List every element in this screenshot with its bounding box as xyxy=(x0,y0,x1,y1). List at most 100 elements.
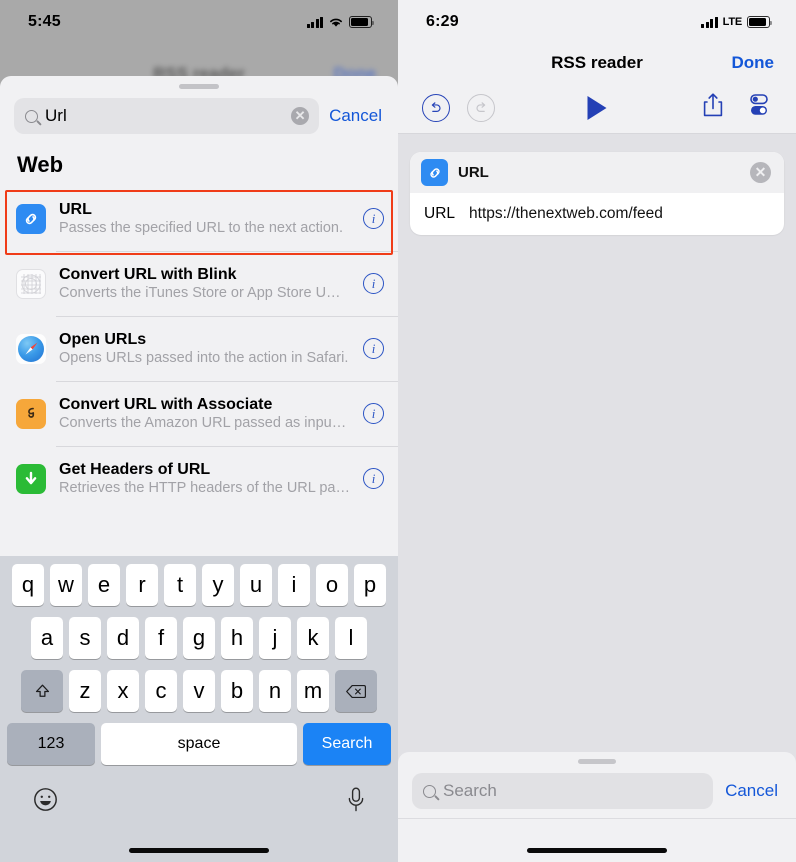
result-title: Open URLs xyxy=(59,330,147,348)
result-subtitle: Converts the iTunes Store or App Store U… xyxy=(59,284,350,301)
result-subtitle: Retrieves the HTTP headers of the URL pa… xyxy=(59,479,350,496)
key-m[interactable]: m xyxy=(297,670,329,712)
amazon-icon xyxy=(16,398,46,429)
microphone-icon[interactable] xyxy=(346,787,366,818)
keyboard-row-1: q w e r t y u i o p xyxy=(0,564,398,606)
blink-grid-icon xyxy=(16,268,46,299)
search-key[interactable]: Search xyxy=(303,723,391,765)
redo-icon xyxy=(467,93,495,122)
right-phone-screen: 6:29 LTE RSS reader Done URL ✕ URL https… xyxy=(398,0,796,862)
key-q[interactable]: q xyxy=(12,564,44,606)
result-text: URL Passes the specified URL to the next… xyxy=(59,200,350,238)
share-icon[interactable] xyxy=(702,92,724,123)
section-header-web: Web xyxy=(0,146,398,186)
link-icon xyxy=(421,159,448,186)
key-k[interactable]: k xyxy=(297,617,329,659)
status-indicators: LTE xyxy=(701,16,773,28)
key-z[interactable]: z xyxy=(69,670,101,712)
action-card-header: URL ✕ xyxy=(410,152,784,193)
status-bar-left: 5:45 xyxy=(0,0,398,44)
close-icon[interactable]: ✕ xyxy=(750,162,771,183)
result-title: URL xyxy=(59,200,92,218)
action-card-title: URL xyxy=(458,164,489,181)
toggles-icon[interactable] xyxy=(746,93,772,122)
search-icon xyxy=(25,109,38,123)
key-d[interactable]: d xyxy=(107,617,139,659)
key-g[interactable]: g xyxy=(183,617,215,659)
result-row-get-headers[interactable]: Get Headers of URL Retrieves the HTTP he… xyxy=(0,446,398,511)
navigation-bar: RSS reader Done xyxy=(398,44,796,82)
network-label: LTE xyxy=(722,16,743,28)
info-icon[interactable]: i xyxy=(363,468,384,489)
space-key[interactable]: space xyxy=(101,723,297,765)
home-indicator xyxy=(527,848,667,853)
search-input[interactable]: Search xyxy=(412,773,714,809)
wifi-icon xyxy=(330,18,342,27)
status-time: 5:45 xyxy=(28,13,61,30)
cancel-button[interactable]: Cancel xyxy=(329,106,386,126)
on-screen-keyboard: q w e r t y u i o p a s d f g h j k l z … xyxy=(0,556,398,862)
safari-disc xyxy=(18,335,44,362)
key-o[interactable]: o xyxy=(316,564,348,606)
result-subtitle: Opens URLs passed into the action in Saf… xyxy=(59,349,349,366)
result-title: Get Headers of URL xyxy=(59,460,211,478)
safari-compass-icon xyxy=(16,333,46,364)
key-c[interactable]: c xyxy=(145,670,177,712)
battery-icon xyxy=(747,16,773,28)
key-h[interactable]: h xyxy=(221,617,253,659)
key-j[interactable]: j xyxy=(259,617,291,659)
home-indicator xyxy=(129,848,269,853)
emoji-icon[interactable] xyxy=(32,786,59,818)
key-v[interactable]: v xyxy=(183,670,215,712)
result-row-convert-url-blink[interactable]: Convert URL with Blink Converts the iTun… xyxy=(0,251,398,316)
key-u[interactable]: u xyxy=(240,564,272,606)
info-icon[interactable]: i xyxy=(363,208,384,229)
keyboard-row-2: a s d f g h j k l xyxy=(0,617,398,659)
shift-icon[interactable] xyxy=(21,670,63,712)
clear-icon[interactable]: ✕ xyxy=(291,107,310,125)
search-bar-row: Url ✕ Cancel xyxy=(0,89,398,146)
key-l[interactable]: l xyxy=(335,617,367,659)
backspace-icon[interactable] xyxy=(335,670,377,712)
keyboard-bottom-row xyxy=(0,776,398,818)
info-icon[interactable]: i xyxy=(363,403,384,424)
action-card-url[interactable]: URL ✕ URL https://thenextweb.com/feed xyxy=(410,152,784,235)
editor-toolbar xyxy=(398,82,796,134)
key-y[interactable]: y xyxy=(202,564,234,606)
key-f[interactable]: f xyxy=(145,617,177,659)
cancel-button[interactable]: Cancel xyxy=(725,781,782,801)
key-w[interactable]: w xyxy=(50,564,82,606)
search-input[interactable]: Url ✕ xyxy=(14,98,320,134)
keyboard-row-3: z x c v b n m xyxy=(0,670,398,712)
result-title: Convert URL with Associate xyxy=(59,395,273,413)
undo-icon[interactable] xyxy=(422,93,450,122)
key-b[interactable]: b xyxy=(221,670,253,712)
done-button[interactable]: Done xyxy=(732,53,775,73)
key-r[interactable]: r xyxy=(126,564,158,606)
info-icon[interactable]: i xyxy=(363,338,384,359)
key-s[interactable]: s xyxy=(69,617,101,659)
url-field-value[interactable]: https://thenextweb.com/feed xyxy=(469,205,663,223)
page-title: RSS reader xyxy=(551,53,643,72)
play-icon[interactable] xyxy=(587,95,607,120)
link-icon xyxy=(16,203,46,234)
keyboard-row-4: 123 space Search xyxy=(0,723,398,765)
bottom-search-row: Search Cancel xyxy=(398,764,796,809)
info-icon[interactable]: i xyxy=(363,273,384,294)
result-row-url[interactable]: URL Passes the specified URL to the next… xyxy=(0,186,398,251)
result-row-open-urls[interactable]: Open URLs Opens URLs passed into the act… xyxy=(0,316,398,381)
key-e[interactable]: e xyxy=(88,564,120,606)
result-subtitle: Passes the specified URL to the next act… xyxy=(59,219,343,236)
key-n[interactable]: n xyxy=(259,670,291,712)
key-p[interactable]: p xyxy=(354,564,386,606)
left-phone-screen: 5:45 RSS reader Done Url ✕ Cancel Web UR… xyxy=(0,0,398,862)
status-bar-right: 6:29 LTE xyxy=(398,0,796,44)
download-arrow-icon xyxy=(16,463,46,494)
key-t[interactable]: t xyxy=(164,564,196,606)
key-a[interactable]: a xyxy=(31,617,63,659)
action-card-body: URL https://thenextweb.com/feed xyxy=(410,193,784,235)
key-i[interactable]: i xyxy=(278,564,310,606)
numbers-key[interactable]: 123 xyxy=(7,723,95,765)
result-row-convert-url-associate[interactable]: Convert URL with Associate Converts the … xyxy=(0,381,398,446)
key-x[interactable]: x xyxy=(107,670,139,712)
